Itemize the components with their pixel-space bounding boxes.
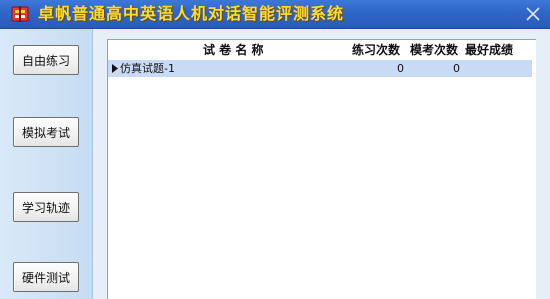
app-window: 卓帆普通高中英语人机对话智能评测系统 自由练习 模拟考试 学习轨迹 硬件测试 试… (0, 0, 550, 299)
app-logo-icon (11, 6, 29, 22)
free-practice-button[interactable]: 自由练习 (13, 45, 79, 75)
column-header-paper-name[interactable]: 试 卷 名 称 (203, 40, 264, 60)
column-header-best-score[interactable]: 最好成绩 (465, 40, 513, 60)
cell-paper-name: 仿真试题-1 (120, 62, 175, 75)
table-row[interactable]: 仿真试题-1 0 0 (108, 60, 532, 77)
window-title: 卓帆普通高中英语人机对话智能评测系统 (38, 4, 345, 23)
sidebar: 自由练习 模拟考试 学习轨迹 硬件测试 (0, 29, 93, 299)
column-header-mock-count[interactable]: 模考次数 (410, 40, 458, 60)
cell-practice-count: 0 (397, 62, 404, 75)
cell-best-score (465, 60, 520, 77)
learning-track-button[interactable]: 学习轨迹 (13, 192, 79, 222)
mock-exam-button[interactable]: 模拟考试 (13, 117, 79, 147)
row-pointer-icon (112, 64, 118, 73)
title-bar: 卓帆普通高中英语人机对话智能评测系统 (0, 0, 550, 29)
close-icon[interactable] (522, 3, 544, 25)
paper-table: 试 卷 名 称 练习次数 模考次数 最好成绩 仿真试题-1 0 0 (107, 39, 536, 299)
table-header: 试 卷 名 称 练习次数 模考次数 最好成绩 (108, 40, 536, 60)
cell-mock-count: 0 (453, 62, 460, 75)
main-content: 试 卷 名 称 练习次数 模考次数 最好成绩 仿真试题-1 0 0 (93, 29, 550, 299)
column-header-practice-count[interactable]: 练习次数 (352, 40, 400, 60)
hardware-test-button[interactable]: 硬件测试 (13, 262, 79, 292)
